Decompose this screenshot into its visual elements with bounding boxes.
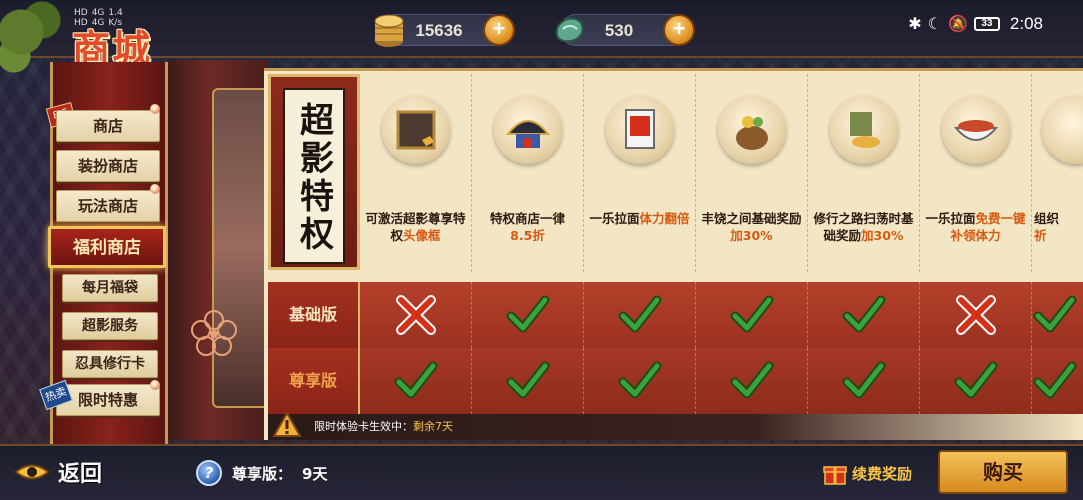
back-button[interactable]: 返回: [14, 456, 102, 488]
desc-text: 一乐拉面: [589, 211, 640, 226]
premium-check-icon: [472, 348, 584, 414]
privilege-desc: 组织祈: [1034, 210, 1083, 244]
info-question-icon[interactable]: ?: [196, 460, 222, 486]
mute-icon: 🔕: [947, 16, 968, 33]
scroll-icon: [1042, 96, 1083, 164]
battery-indicator: 33: [973, 17, 1000, 31]
sidebar-item-ninja-tool-card[interactable]: 忍具修行卡: [62, 350, 158, 378]
add-jade-button[interactable]: +: [663, 14, 695, 46]
renew-reward-button[interactable]: 续费奖励: [822, 458, 912, 488]
privilege-column-bounty-reward: 丰饶之间基础奖励加30%: [696, 74, 808, 272]
sidebar-item-gameplay-shop[interactable]: 玩法商店: [56, 190, 160, 222]
sidebar-item-shop[interactable]: 商店: [56, 110, 160, 142]
privilege-desc: 可激活超影尊享特权头像框: [362, 210, 469, 244]
basic-cross-icon: [360, 282, 472, 348]
red-dot-icon: [150, 380, 160, 390]
add-coin-button[interactable]: +: [483, 14, 515, 46]
privilege-column-organization: 组织祈: [1032, 74, 1083, 272]
coin-stack-icon: [374, 14, 404, 47]
ramen-bowl-icon: [942, 96, 1010, 164]
bluetooth-icon: ✱: [908, 16, 922, 33]
privilege-desc: 一乐拉面体力翻倍: [586, 210, 693, 227]
desc-highlight: 头像框: [403, 228, 441, 243]
notice-text: 限时体验卡生效中：: [314, 420, 413, 433]
vip-info: ? 尊享版： 9天: [196, 458, 327, 488]
basic-check-icon: [808, 282, 920, 348]
trial-notice: 限时体验卡生效中：剩余7天: [268, 414, 1083, 440]
money-bag-icon: [718, 96, 786, 164]
vip-label: 尊享版：: [232, 464, 293, 483]
premium-check-icon: [696, 348, 808, 414]
privilege-column-avatar-frame: 可激活超影尊享特权头像框: [360, 74, 472, 272]
row-label-premium: 尊享版: [268, 348, 360, 414]
desc-text: 组织: [1034, 211, 1060, 226]
gold-pile-icon: [830, 96, 898, 164]
privilege-desc: 特权商店一律 8.5折: [474, 210, 581, 244]
back-arrow-icon: [14, 464, 50, 480]
desc-highlight: 8.5折: [510, 228, 545, 243]
premium-check-icon: [808, 348, 920, 414]
basic-check-icon: [584, 282, 696, 348]
desc-text: 特权商店一律: [489, 211, 565, 226]
sidebar-item-welfare-shop[interactable]: 福利商店: [48, 226, 166, 268]
moon-icon: ☾: [927, 16, 942, 33]
desc-highlight: 加30%: [730, 228, 773, 243]
privilege-desc: 一乐拉面免费一键补领体力: [922, 210, 1029, 244]
red-dot-icon: [150, 184, 160, 194]
red-dot-icon: [150, 104, 160, 114]
back-label: 返回: [58, 461, 103, 487]
warning-icon: [272, 410, 302, 437]
bottom-bar: [0, 444, 1083, 500]
privilege-column-training-reward: 修行之路扫荡时基础奖励加30%: [808, 74, 920, 272]
shop-hat-icon: [494, 96, 562, 164]
status-right: ✱ ☾ 🔕 33 2:08: [908, 14, 1043, 34]
network-4g-label: 4G: [91, 8, 105, 18]
desc-highlight: 祈: [1034, 228, 1047, 243]
notice-remaining: 剩余7天: [413, 420, 453, 433]
premium-check-icon: [360, 348, 472, 414]
desc-text: 一乐拉面: [925, 211, 976, 226]
desc-highlight: 加30%: [861, 228, 904, 243]
premium-check-icon: [584, 348, 696, 414]
avatar-frame-icon: [382, 96, 450, 164]
desc-text: 丰饶之间基础奖励: [701, 211, 802, 226]
privilege-desc: 修行之路扫荡时基础奖励加30%: [810, 210, 917, 244]
network-hd-label: HD: [74, 8, 88, 18]
premium-check-icon: [1032, 348, 1083, 414]
premium-check-icon: [920, 348, 1032, 414]
sidebar-item-monthly-bag[interactable]: 每月福袋: [62, 274, 158, 302]
row-label-basic: 基础版: [268, 282, 360, 348]
buy-button[interactable]: 购买: [938, 450, 1068, 494]
privilege-column-free-stamina: 一乐拉面免费一键补领体力: [920, 74, 1032, 272]
desc-highlight: 体力翻倍: [639, 211, 690, 226]
coin-value: 15636: [415, 21, 463, 40]
basic-check-icon: [696, 282, 808, 348]
ramen-ticket-icon: [606, 96, 674, 164]
privilege-title: 超影特权: [283, 88, 345, 264]
gift-icon: [823, 466, 847, 485]
speed-value: 1.4: [108, 8, 123, 18]
vip-days: 9天: [302, 464, 328, 483]
sidebar-item-kage-service[interactable]: 超影服务: [62, 312, 158, 340]
privilege-column-ramen-stamina: 一乐拉面体力翻倍: [584, 74, 696, 272]
clock: 2:08: [1009, 14, 1043, 33]
privilege-column-discount: 特权商店一律 8.5折: [472, 74, 584, 272]
renew-label: 续费奖励: [852, 464, 913, 483]
coin-resource: 15636 +: [374, 14, 515, 47]
privilege-desc: 丰饶之间基础奖励加30%: [698, 210, 805, 244]
jade-value: 530: [604, 21, 634, 40]
basic-check-icon: [472, 282, 584, 348]
basic-check-icon: [1032, 282, 1083, 348]
jade-icon: [555, 17, 584, 43]
basic-cross-icon: [920, 282, 1032, 348]
jade-resource: 530 +: [555, 14, 695, 46]
sidebar-item-costume-shop[interactable]: 装扮商店: [56, 150, 160, 182]
sakura-flower-icon: [191, 310, 237, 356]
